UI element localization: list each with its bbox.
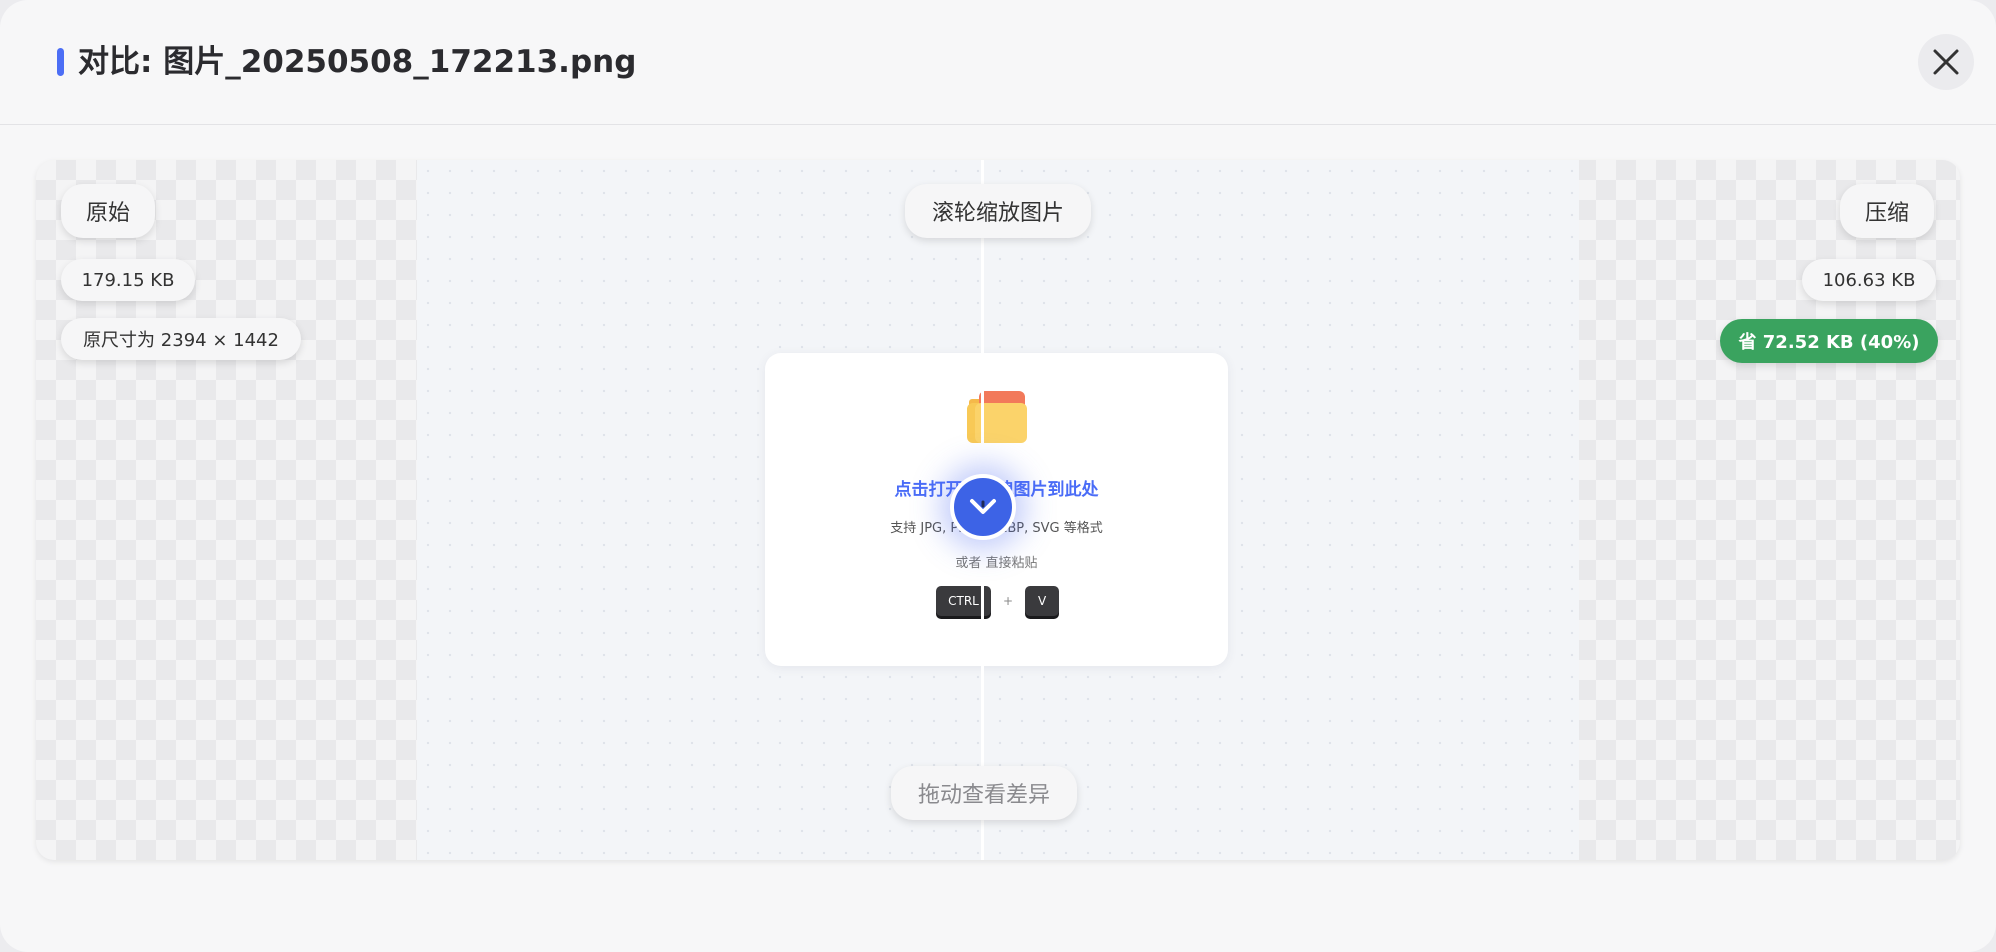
- zoom-hint: 滚轮缩放图片: [905, 184, 1091, 238]
- savings-badge: 省 72.52 KB (40%): [1720, 319, 1938, 363]
- chevron-compare-icon: [970, 499, 996, 514]
- compare-slider-handle[interactable]: [950, 474, 1016, 540]
- title-accent-bar: [57, 48, 64, 76]
- original-dimensions-badge: 原尺寸为 2394 × 1442: [61, 318, 301, 360]
- compare-stage[interactable]: 点击打开或拖拽图片到此处 支持 JPG, PNG, WEBP, SVG 等格式 …: [36, 160, 1960, 860]
- modal-header: 对比: 图片_20250508_172213.png: [0, 0, 1996, 125]
- close-icon: [1933, 49, 1959, 75]
- compressed-label: 压缩: [1840, 184, 1934, 238]
- original-size-badge: 179.15 KB: [61, 259, 195, 301]
- key-plus: +: [1003, 594, 1014, 608]
- paste-shortcut: CTRL + V: [936, 586, 1060, 616]
- folder-icon: [967, 391, 1027, 443]
- close-button[interactable]: [1918, 34, 1974, 90]
- modal-title: 对比: 图片_20250508_172213.png: [78, 44, 637, 80]
- original-label: 原始: [61, 184, 155, 238]
- drag-hint: 拖动查看差异: [891, 766, 1077, 820]
- compare-modal: 对比: 图片_20250508_172213.png 点击打开或拖拽图片到此处 …: [0, 0, 1996, 952]
- drop-zone-paste-hint: 或者 直接粘贴: [955, 556, 1038, 571]
- v-key: V: [1025, 586, 1060, 616]
- compressed-size-badge: 106.63 KB: [1802, 259, 1936, 301]
